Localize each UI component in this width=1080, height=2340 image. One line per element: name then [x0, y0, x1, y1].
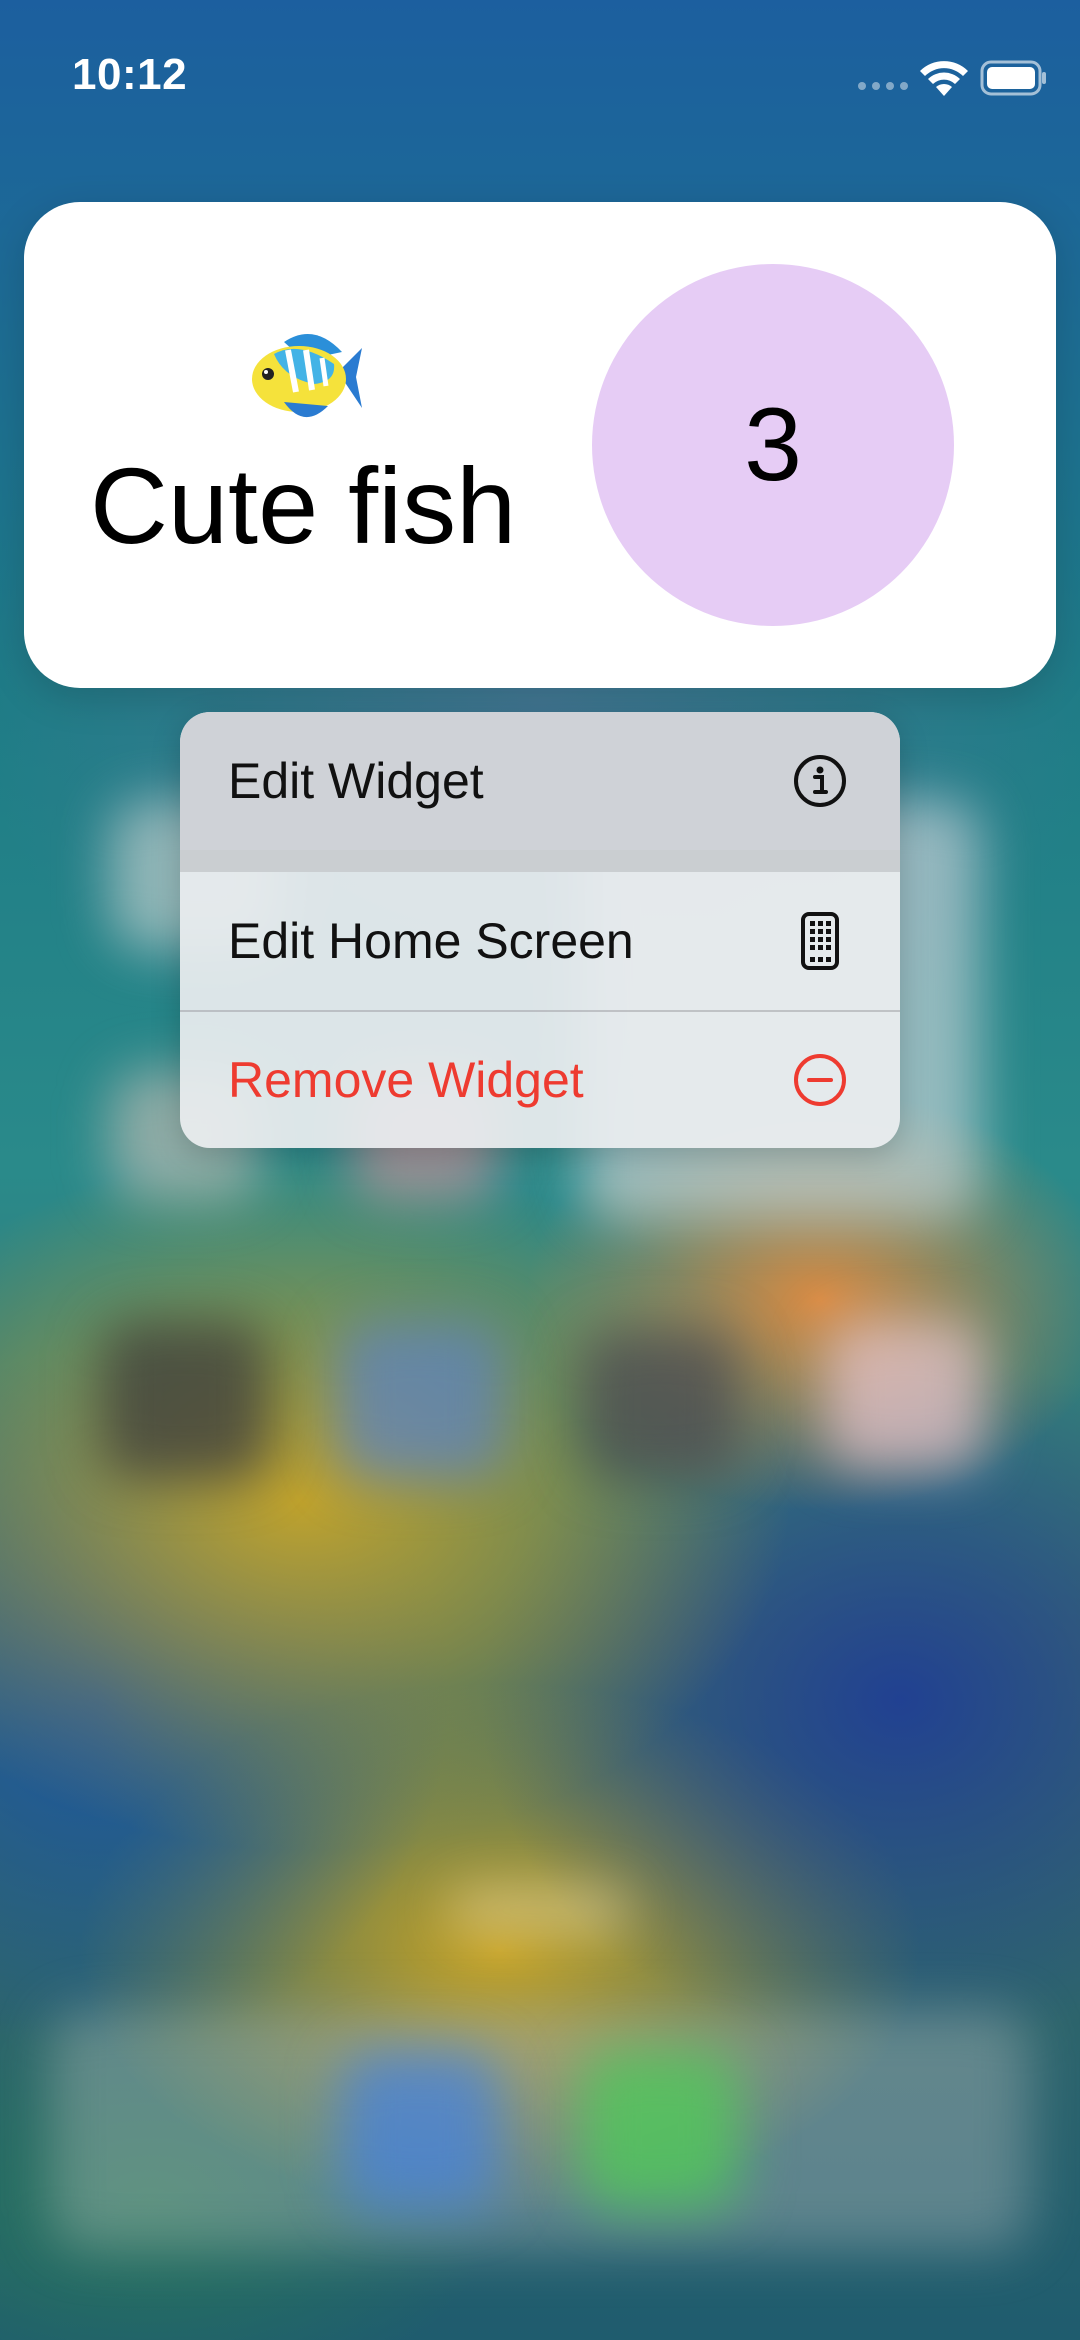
status-bar: 10:12 [0, 0, 1080, 150]
blurred-app-icon [825, 1320, 985, 1470]
widget-title: Cute fish [90, 445, 517, 566]
menu-item-label: Remove Widget [228, 1052, 584, 1108]
blurred-app-icon [580, 1330, 740, 1480]
status-time: 10:12 [72, 50, 188, 99]
blurred-dock-app-icon [340, 2050, 500, 2210]
battery-full-icon [980, 60, 1048, 101]
blurred-app-icon [335, 1320, 505, 1480]
blurred-dock-app-icon [580, 2050, 740, 2210]
minus-circle-icon [792, 1052, 848, 1108]
wifi-icon [918, 58, 970, 103]
info-circle-icon [792, 753, 848, 809]
tropical-fish-icon [244, 322, 364, 432]
count-value: 3 [744, 387, 802, 503]
phone-grid-icon [792, 912, 848, 970]
count-badge: 3 [592, 264, 954, 626]
blurred-app-icon [100, 1320, 270, 1480]
widget-context-menu: Edit Widget Edit Home Screen Remove Widg… [180, 712, 900, 1148]
menu-section-gap [180, 850, 900, 872]
menu-item-label: Edit Widget [228, 753, 484, 809]
remove-widget-menu-item[interactable]: Remove Widget [180, 1012, 900, 1148]
blurred-page-dots [450, 1890, 630, 1930]
edit-widget-menu-item[interactable]: Edit Widget [180, 712, 900, 850]
menu-item-label: Edit Home Screen [228, 913, 634, 969]
edit-home-screen-menu-item[interactable]: Edit Home Screen [180, 872, 900, 1010]
blurred-dock [50, 2010, 1030, 2250]
cellular-signal-icon [858, 82, 908, 90]
